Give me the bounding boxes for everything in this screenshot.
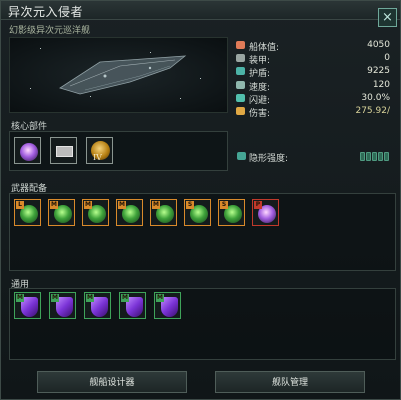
stealth-meter (360, 152, 389, 161)
utility-slot[interactable]: M (49, 292, 76, 319)
weapons-panel: LMMMMSSP (9, 193, 396, 271)
stat-row: 装甲: 0 (234, 52, 394, 67)
weapon-slot[interactable]: M (48, 199, 75, 226)
stat-value: 0 (384, 53, 390, 64)
slot-size-badge: M (156, 294, 164, 302)
weapon-slot[interactable]: M (150, 199, 177, 226)
slot-size-badge: S (220, 201, 228, 209)
stat-value: 120 (372, 79, 390, 90)
stat-label: 速度: (249, 82, 271, 93)
heart-icon (236, 41, 245, 49)
slot-size-badge: M (16, 294, 24, 302)
damage-icon (236, 106, 245, 115)
weapon-slot[interactable]: M (116, 199, 143, 226)
stat-label: 护盾: (249, 69, 271, 80)
close-button[interactable]: × (378, 8, 397, 27)
weapon-slot[interactable]: M (82, 199, 109, 226)
stat-row: 船体值: 4050 (234, 39, 394, 53)
stealth-icon (237, 152, 246, 160)
ship-image (59, 55, 187, 95)
weapon-slot[interactable]: P (252, 199, 279, 226)
slot-size-badge: M (84, 201, 92, 209)
slot-size-badge: M (51, 294, 59, 302)
stat-value: 275.92/ (355, 105, 390, 116)
stat-row: 护盾: 9225 (234, 65, 394, 80)
shield-icon (236, 67, 245, 76)
stat-value: 9225 (367, 66, 390, 77)
ship-preview (9, 37, 228, 113)
stat-row: 速度: 120 (234, 79, 394, 93)
stat-label: 装甲: (249, 56, 271, 67)
reactor-component-icon (20, 143, 38, 161)
weapon-slot[interactable]: S (184, 199, 211, 226)
armor-icon (236, 54, 245, 63)
utility-slot[interactable]: M (119, 292, 146, 319)
slot-size-badge: M (152, 201, 160, 209)
stat-value: 30.0% (361, 92, 390, 103)
ship-class-label: 幻影级异次元巡洋舰 (9, 26, 91, 36)
speed-icon (236, 80, 245, 89)
slot-size-badge: M (50, 201, 58, 209)
ship-designer-button[interactable]: 舰船设计器 (37, 371, 187, 393)
stat-row: 伤害: 275.92/ (234, 105, 394, 119)
slot-size-badge: M (86, 294, 94, 302)
utility-panel: MMMMM (9, 288, 396, 360)
slot-size-badge: P (254, 201, 262, 209)
slot-size-badge: S (186, 201, 194, 209)
thruster-component[interactable]: IV (86, 137, 113, 164)
utility-slot[interactable]: M (154, 292, 181, 319)
stat-value: 4050 (367, 40, 390, 50)
ship-stats: 船体值: 4050 装甲: 0 护盾: 9225 速度: 120 闪避: 30.0% 伤害: 275.… (234, 39, 394, 119)
stat-row: 闪避: 30.0% (234, 92, 394, 106)
fleet-manager-button[interactable]: 舰队管理 (215, 371, 365, 393)
slot-size-badge: M (118, 201, 126, 209)
weapon-slot[interactable]: S (218, 199, 245, 226)
slot-size-badge: M (121, 294, 129, 302)
ship-details-window: 异次元入侵者 × 幻影级异次元巡洋舰 船体值: 4050 装甲: 0 护盾: 9225 速度… (0, 0, 401, 400)
computer-component[interactable] (50, 137, 77, 164)
weapon-slot[interactable]: L (14, 199, 41, 226)
slot-size-badge: L (16, 201, 24, 209)
stat-label: 伤害: (249, 108, 271, 119)
stealth-label: 隐形强度: (249, 154, 289, 164)
utility-slot[interactable]: M (14, 292, 41, 319)
stealth-stat: 隐形强度: (234, 151, 394, 164)
reactor-component[interactable] (14, 137, 41, 164)
utility-slot[interactable]: M (84, 292, 111, 319)
tier-label: IV (93, 153, 102, 162)
stat-label: 船体值: (249, 43, 280, 53)
evasion-icon (236, 93, 245, 102)
computer-component-icon (56, 146, 73, 157)
core-components-panel: IV (9, 131, 228, 171)
titlebar: 异次元入侵者 (1, 1, 400, 20)
stat-label: 闪避: (249, 95, 271, 106)
window-title: 异次元入侵者 (8, 5, 84, 19)
close-icon: × (382, 10, 393, 25)
